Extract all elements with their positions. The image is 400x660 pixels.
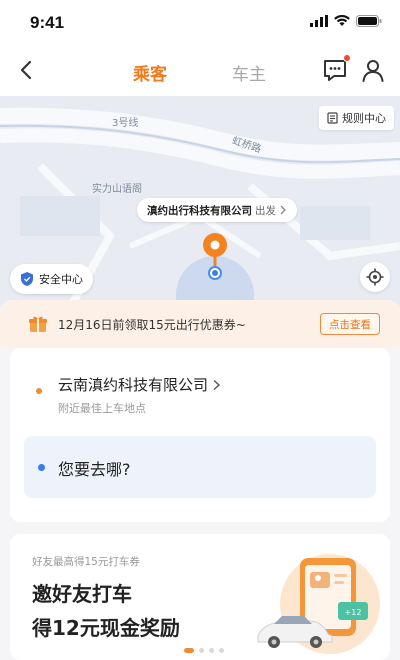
notification-dot: [343, 54, 351, 62]
chevron-left-icon: [20, 60, 32, 80]
banner-title-line1: 邀好友打车: [32, 582, 132, 606]
banner-subtitle: 好友最高得15元打车券: [32, 556, 140, 568]
destination-dot: [38, 464, 45, 471]
gift-icon: [29, 316, 47, 332]
back-button[interactable]: [12, 56, 40, 84]
pickup-dot: [36, 388, 42, 394]
user-icon: [362, 60, 384, 82]
carousel-dot[interactable]: [199, 648, 204, 653]
tab-driver[interactable]: 车主: [232, 60, 266, 85]
place-label: 实力山语阁: [92, 184, 142, 195]
carousel-dot-active[interactable]: [184, 648, 194, 653]
status-bar: 9:41: [0, 0, 400, 46]
chevron-right-icon: [213, 379, 221, 390]
carousel-indicator: [184, 648, 224, 653]
rule-center-label: 规则中心: [342, 112, 386, 125]
departure-company: 滇约出行科技有限公司: [147, 204, 252, 217]
map-view[interactable]: 3号线 虹桥路 实力山语阁 规则中心 滇约出行科技有限公司 出发 安全中心: [0, 96, 400, 308]
shield-icon: [21, 272, 33, 286]
pickup-location[interactable]: 云南滇约科技有限公司: [58, 374, 221, 395]
tab-passenger[interactable]: 乘客: [133, 60, 167, 85]
pickup-pin: [200, 231, 230, 285]
route-card: 云南滇约科技有限公司 附近最佳上车地点 您要去哪?: [10, 348, 390, 522]
rule-center-button[interactable]: 规则中心: [319, 106, 394, 130]
profile-button[interactable]: [360, 57, 386, 83]
promo-view-button[interactable]: 点击查看: [320, 313, 380, 335]
safety-center-label: 安全中心: [39, 273, 83, 286]
bottom-sheet: 12月16日前领取15元出行优惠券~ 点击查看 云南滇约科技有限公司 附近最佳上…: [0, 300, 400, 660]
invite-illustration: +12: [257, 554, 380, 654]
svg-text:+12: +12: [345, 608, 362, 617]
banner-title-line2: 得12元现金奖励: [32, 616, 180, 640]
battery-icon: [356, 15, 382, 27]
top-nav: 乘客 车主: [0, 46, 400, 96]
road-label-line3: 3号线: [112, 118, 139, 129]
safety-center-button[interactable]: 安全中心: [10, 264, 93, 294]
carousel-dot[interactable]: [209, 648, 214, 653]
pickup-location-name: 云南滇约科技有限公司: [58, 376, 209, 394]
signal-icon: [310, 15, 328, 27]
pickup-hint: 附近最佳上车地点: [58, 402, 146, 415]
destination-input[interactable]: 您要去哪?: [24, 436, 376, 498]
departure-suffix: 出发: [255, 204, 276, 217]
status-time: 9:41: [30, 13, 65, 32]
carousel-dot[interactable]: [219, 648, 224, 653]
invite-banner[interactable]: 好友最高得15元打车券 邀好友打车 得12元现金奖励 +12: [10, 534, 390, 660]
promo-text: 12月16日前领取15元出行优惠券~: [58, 318, 246, 332]
document-icon: [327, 112, 338, 124]
coupon-promo-strip[interactable]: 12月16日前领取15元出行优惠券~ 点击查看: [0, 300, 400, 348]
message-button[interactable]: [322, 54, 351, 83]
status-icons: [310, 15, 382, 27]
destination-placeholder: 您要去哪?: [58, 460, 131, 479]
crosshair-icon: [366, 268, 384, 286]
wifi-icon: [334, 15, 350, 26]
map-pin-icon: [203, 233, 227, 280]
departure-chip[interactable]: 滇约出行科技有限公司 出发: [137, 198, 297, 222]
locate-me-button[interactable]: [360, 262, 390, 292]
chevron-right-icon: [280, 205, 286, 215]
